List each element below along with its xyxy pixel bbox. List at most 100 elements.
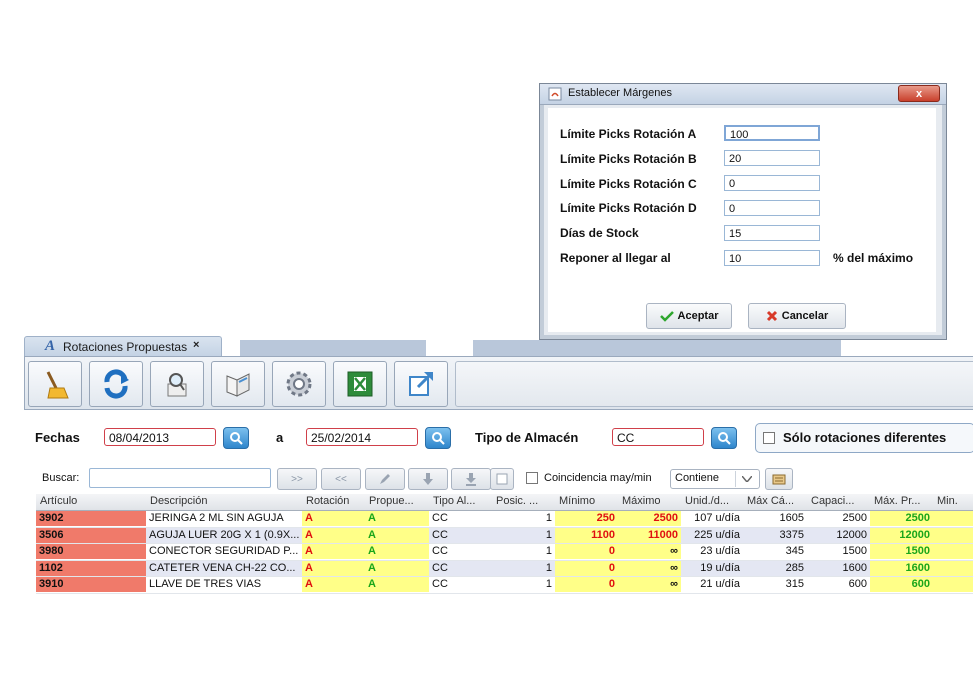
select-all-button[interactable] <box>490 468 514 490</box>
tab-close-icon[interactable]: × <box>193 339 199 351</box>
edit-button[interactable] <box>365 468 405 490</box>
excel-export-button[interactable] <box>333 361 387 407</box>
reponer-input[interactable]: 10 <box>724 250 820 266</box>
cell-rot: A <box>302 527 365 543</box>
limite-b-input[interactable]: 20 <box>724 150 820 166</box>
column-header[interactable]: Mínimo <box>559 495 595 507</box>
cell-maxca: 1605 <box>779 512 804 524</box>
tab-rotaciones-propuestas[interactable]: A Rotaciones Propuestas × <box>24 336 222 357</box>
cell-min: 0 <box>555 577 618 592</box>
cell-min-extra <box>933 560 973 576</box>
cell-maxpr: 2500 <box>870 511 933 526</box>
limite-b-label: Límite Picks Rotación B <box>560 152 697 166</box>
column-header[interactable]: Máximo <box>622 495 661 507</box>
search-prev-button[interactable]: << <box>321 468 361 490</box>
aceptar-label: Aceptar <box>677 310 719 322</box>
solo-diferentes-label: Sólo rotaciones diferentes <box>783 430 947 445</box>
cell-desc: JERINGA 2 ML SIN AGUJA <box>149 512 284 524</box>
arrow-down-icon <box>423 473 433 485</box>
reponer-label: Reponer al llegar al <box>560 251 671 265</box>
table-row[interactable]: 3506 AGUJA LUER 20G X 1 (0.9X... A A CC 1 1100… <box>36 527 973 544</box>
column-header[interactable]: Máx. Pr... <box>874 495 920 507</box>
cell-unid: 225 u/día <box>694 528 740 541</box>
rotaciones-table: Artículo Descripción Rotación Propue... … <box>36 494 973 594</box>
limite-c-input[interactable]: 0 <box>724 175 820 191</box>
cell-min: 0 <box>555 544 618 559</box>
case-sensitive-label: Coincidencia may/min <box>544 472 652 484</box>
column-header[interactable]: Propue... <box>369 495 414 507</box>
tab-label: Rotaciones Propuestas <box>63 340 188 354</box>
cell-pos: 1 <box>545 512 552 524</box>
cell-cap: 1500 <box>842 545 867 557</box>
search-mode-select[interactable]: Contiene <box>670 469 760 489</box>
cell-rot: A <box>302 577 365 592</box>
fecha-desde-picker-button[interactable] <box>223 427 249 449</box>
clear-button[interactable] <box>28 361 82 407</box>
search-icon <box>718 432 731 445</box>
move-bottom-button[interactable] <box>451 468 491 490</box>
dias-stock-input[interactable]: 15 <box>724 225 820 241</box>
cell-max: ∞ <box>618 560 681 576</box>
column-header[interactable]: Unid./d... <box>685 495 729 507</box>
search-next-button[interactable]: >> <box>277 468 317 490</box>
arrow-bottom-icon <box>466 473 476 486</box>
cell-desc: AGUJA LUER 20G X 1 (0.9X... <box>149 528 300 541</box>
case-sensitive-checkbox[interactable] <box>526 472 538 484</box>
porcentaje-maximo-label: % del máximo <box>833 251 914 265</box>
limite-d-label: Límite Picks Rotación D <box>560 201 697 215</box>
fecha-hasta-picker-button[interactable] <box>425 427 451 449</box>
cell-desc: LLAVE DE TRES VIAS <box>149 578 262 590</box>
fecha-hasta-input[interactable]: 25/02/2014 <box>306 428 418 446</box>
limite-d-input[interactable]: 0 <box>724 200 820 216</box>
column-header[interactable]: Posic. ... <box>496 495 538 507</box>
cell-tipo: CC <box>432 528 448 541</box>
cell-prop: A <box>365 560 429 576</box>
move-down-button[interactable] <box>408 468 448 490</box>
cell-cap: 600 <box>848 578 867 590</box>
fecha-desde-input[interactable]: 08/04/2013 <box>104 428 216 446</box>
cell-min-extra <box>933 527 973 543</box>
solo-diferentes-checkbox[interactable] <box>763 432 775 444</box>
column-header[interactable]: Rotación <box>306 495 349 507</box>
cell-maxca: 285 <box>785 561 804 574</box>
cell-tipo: CC <box>432 578 448 590</box>
settings-gear-icon <box>286 371 312 397</box>
column-header[interactable]: Capaci... <box>811 495 854 507</box>
aceptar-button[interactable]: Aceptar <box>646 303 732 329</box>
search-icon <box>230 432 243 445</box>
cell-unid: 23 u/día <box>700 545 740 557</box>
column-header[interactable]: Tipo Al... <box>433 495 475 507</box>
open-external-button[interactable] <box>394 361 448 407</box>
settings-button[interactable] <box>272 361 326 407</box>
filters-row: Fechas 08/04/2013 a 25/02/2014 Tipo de A… <box>24 420 973 456</box>
preview-button[interactable] <box>150 361 204 407</box>
cell-cap: 1600 <box>842 561 867 574</box>
cell-pos: 1 <box>545 528 552 541</box>
limite-a-input[interactable]: 100 <box>724 125 820 141</box>
book-button[interactable] <box>211 361 265 407</box>
dialog-titlebar[interactable]: Establecer Márgenes x <box>540 84 946 105</box>
background-tab[interactable] <box>473 340 841 356</box>
refresh-button[interactable] <box>89 361 143 407</box>
cancelar-button[interactable]: Cancelar <box>748 303 846 329</box>
cell-maxca: 3375 <box>779 528 804 541</box>
dias-stock-label: Días de Stock <box>560 226 639 240</box>
cell-maxpr: 600 <box>870 577 933 592</box>
column-header[interactable]: Artículo <box>40 495 77 507</box>
tipo-almacen-search-button[interactable] <box>711 427 737 449</box>
column-header[interactable]: Máx Cá... <box>747 495 794 507</box>
dialog-close-button[interactable]: x <box>898 85 940 102</box>
java-app-icon <box>548 87 562 101</box>
cell-pos: 1 <box>545 578 552 590</box>
buscar-input[interactable] <box>89 468 271 488</box>
background-tab[interactable] <box>240 340 426 356</box>
column-header[interactable]: Min. <box>937 495 958 507</box>
toolbar <box>24 356 973 410</box>
table-row[interactable]: 3980 CONECTOR SEGURIDAD P... A A CC 1 0 ∞ 23 u/d… <box>36 544 973 561</box>
table-row[interactable]: 1102 CATETER VENA CH-22 CO... A A CC 1 0 ∞ 19 u/… <box>36 560 973 577</box>
column-config-button[interactable] <box>765 468 793 490</box>
table-row[interactable]: 3910 LLAVE DE TRES VIAS A A CC 1 0 ∞ 21 u/día 315… <box>36 577 973 594</box>
column-header[interactable]: Descripción <box>150 495 207 507</box>
tipo-almacen-input[interactable]: CC <box>612 428 704 446</box>
table-row[interactable]: 3902 JERINGA 2 ML SIN AGUJA A A CC 1 250 2500 10… <box>36 511 973 528</box>
